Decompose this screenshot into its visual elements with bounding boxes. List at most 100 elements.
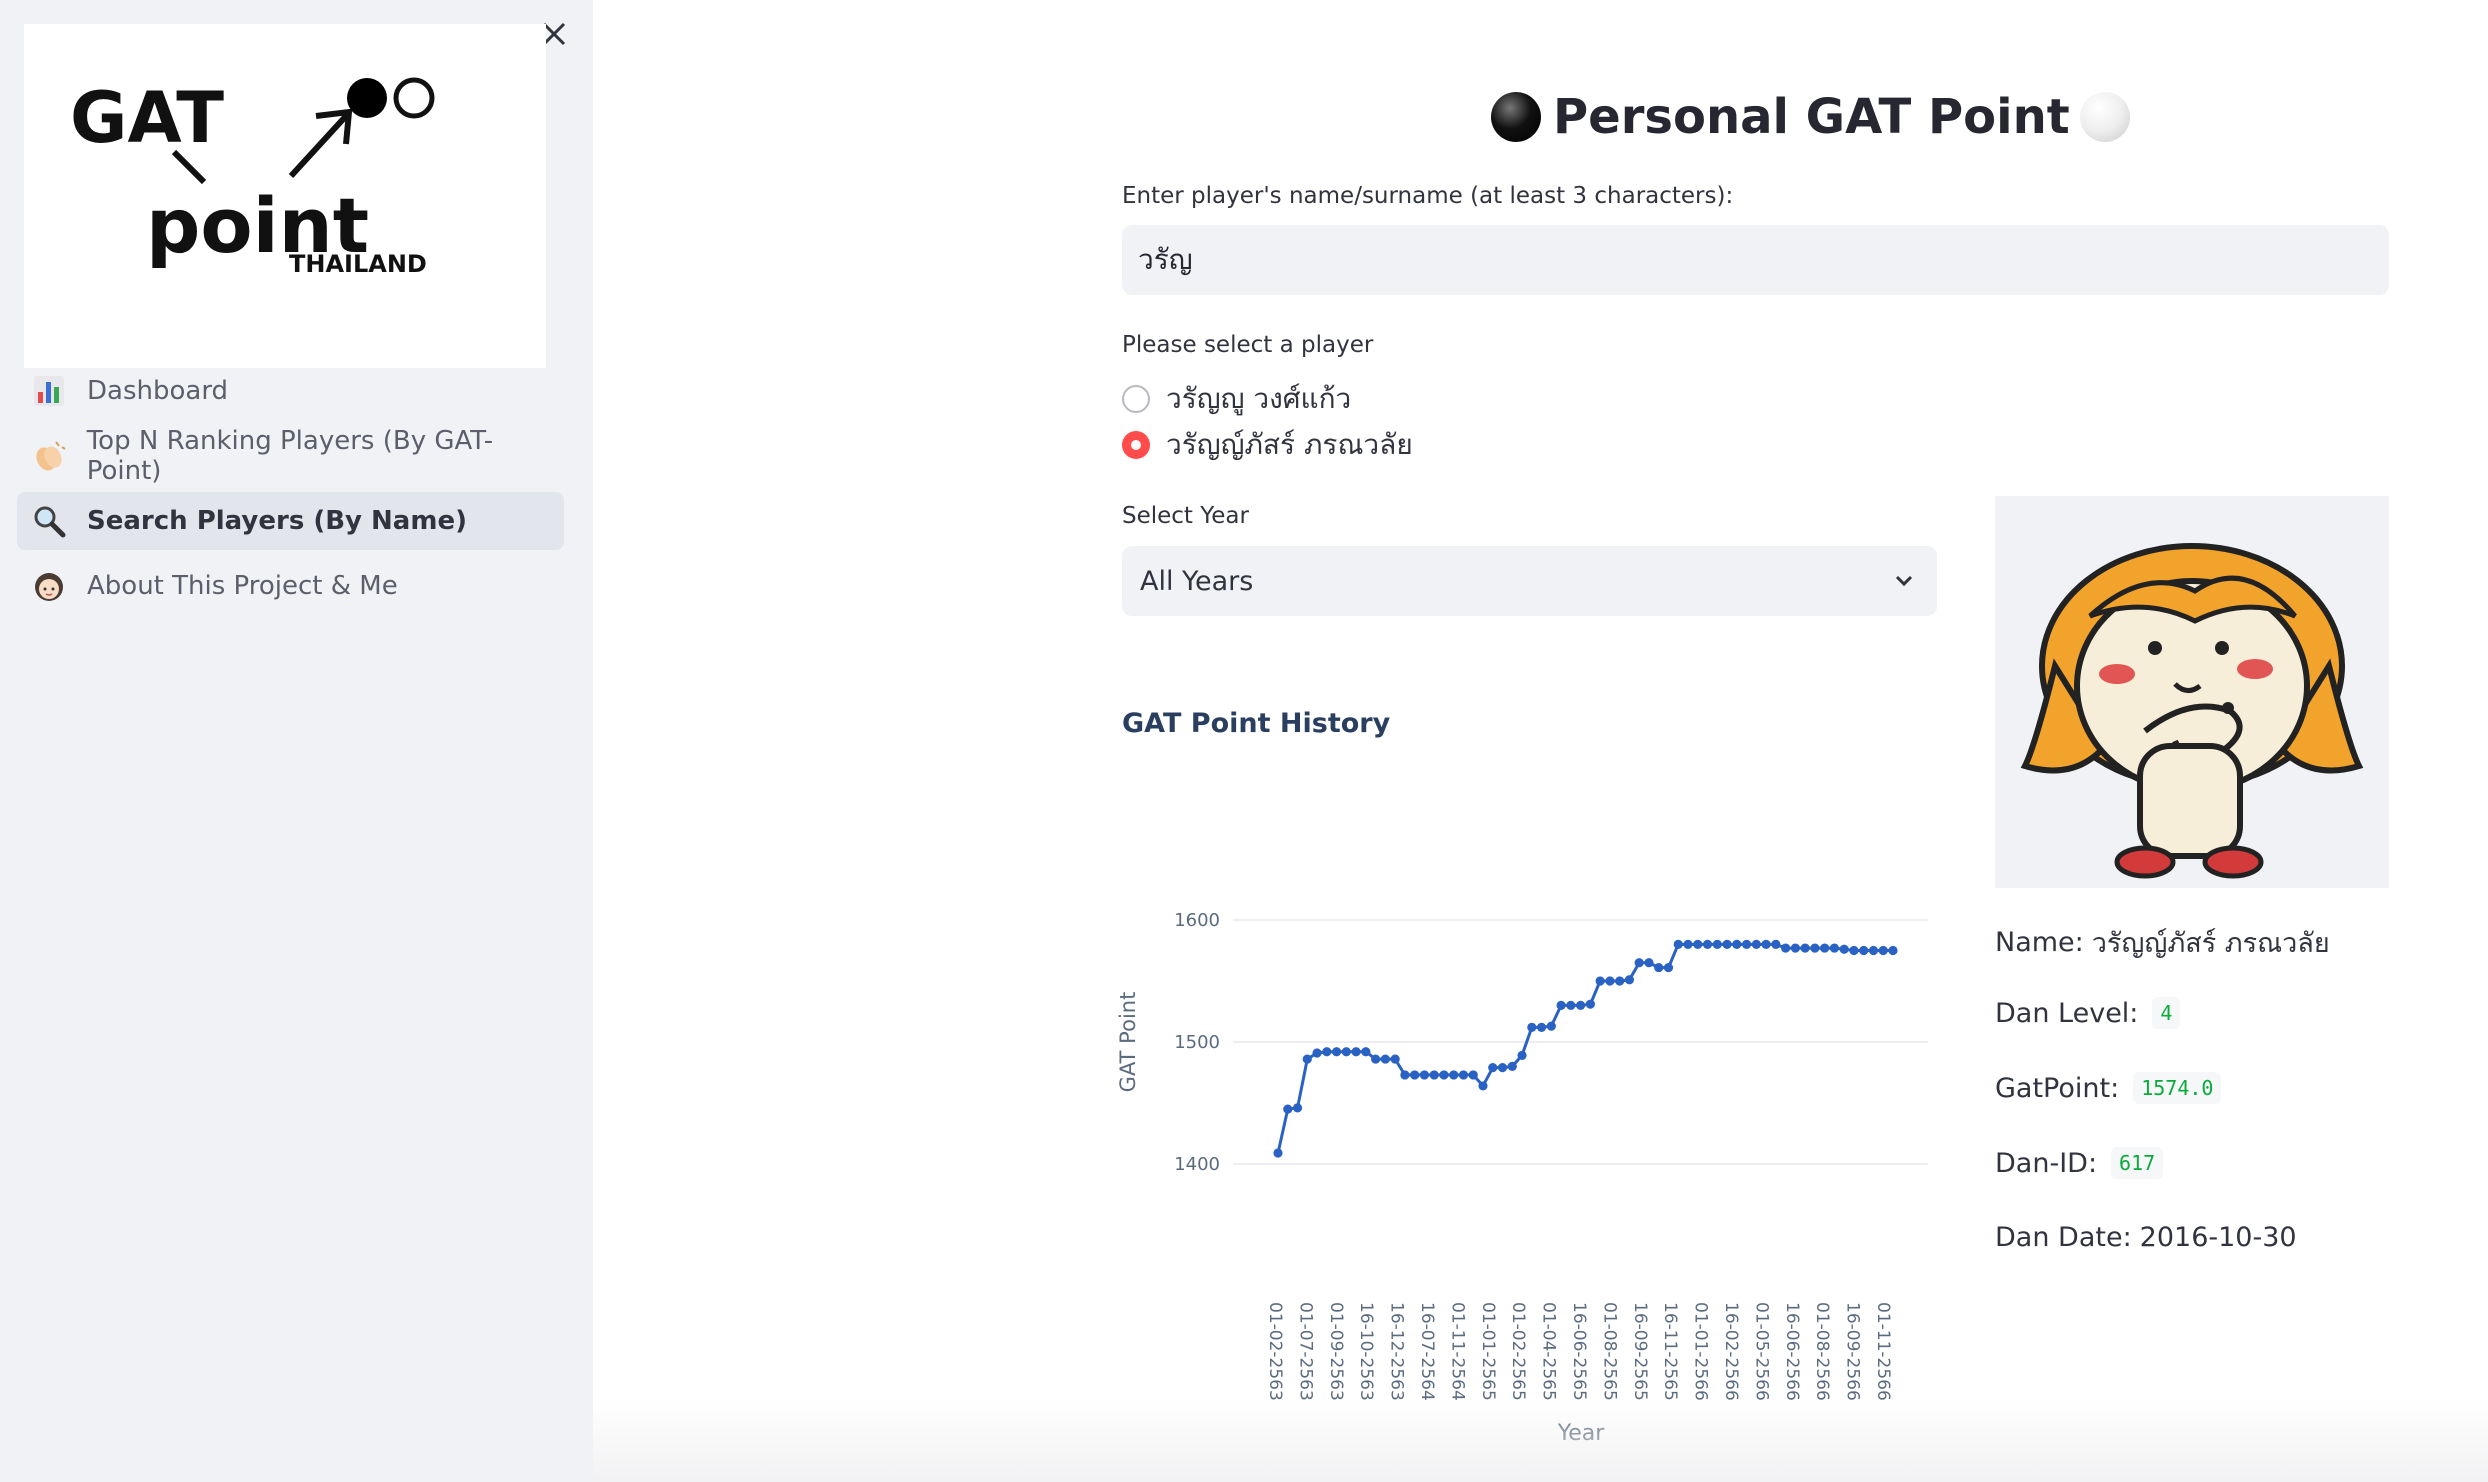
data-point — [1888, 945, 1898, 956]
data-point — [1390, 1054, 1400, 1064]
data-point — [1800, 943, 1810, 953]
data-point — [1371, 1054, 1381, 1064]
data-point — [1790, 943, 1800, 953]
data-point — [1820, 943, 1830, 953]
data-point — [1458, 1070, 1469, 1080]
data-point — [1351, 1047, 1361, 1057]
info-dan-id: Dan-ID: 617 — [1995, 1147, 2164, 1179]
info-dan-level: Dan Level: 4 — [1995, 997, 2181, 1029]
data-point — [1517, 1050, 1527, 1061]
data-point — [1380, 1054, 1390, 1064]
data-point — [1410, 1070, 1420, 1080]
data-point — [1829, 943, 1840, 953]
data-point — [1429, 1070, 1439, 1080]
data-point — [1312, 1048, 1322, 1058]
sidebar-item-label: Dashboard — [87, 376, 229, 406]
data-point — [1781, 943, 1791, 953]
info-dan-id-value: 617 — [2111, 1147, 2164, 1179]
sidebar-item-search-players[interactable]: Search Players (By Name) — [17, 492, 564, 550]
radio-checked[interactable] — [1122, 431, 1150, 459]
info-gatpoint-label: GatPoint: — [1995, 1072, 2120, 1104]
data-point — [1868, 945, 1879, 956]
info-gatpoint-value: 1574.0 — [2133, 1072, 2222, 1104]
data-point — [1771, 939, 1781, 949]
sidebar-item-label: About This Project & Me — [87, 571, 398, 601]
info-dan-level-label: Dan Level: — [1995, 997, 2139, 1029]
data-point — [1849, 945, 1859, 956]
data-point — [1556, 1000, 1566, 1010]
data-point — [1507, 1061, 1517, 1071]
search-label: Enter player's name/surname (at least 3 … — [1122, 183, 1734, 209]
info-dan-level-value: 4 — [2152, 997, 2181, 1029]
sidebar: GAT point THAILAND Dashboard Top N Ranki… — [0, 0, 593, 1482]
data-point — [1761, 939, 1771, 949]
x-tick-label: 16-10-2563 — [1356, 1302, 1376, 1401]
year-select-label: Select Year — [1122, 503, 1249, 529]
black-stone-icon — [1491, 92, 1541, 142]
radio-unchecked[interactable] — [1122, 385, 1150, 413]
y-axis-label: GAT Point — [1116, 992, 1140, 1093]
page-title: Personal GAT Point — [1491, 82, 2130, 152]
sidebar-item-label: Top N Ranking Players (By GAT-Point) — [86, 426, 494, 486]
player-name-input[interactable]: วรัญ — [1122, 225, 2389, 295]
data-point — [1585, 999, 1595, 1009]
info-dan-date-label: Dan Date: — [1995, 1222, 2132, 1253]
x-tick-label: 16-12-2563 — [1387, 1302, 1407, 1401]
data-point — [1644, 958, 1654, 968]
data-point — [1292, 1103, 1303, 1113]
data-point — [1449, 1070, 1459, 1080]
x-tick-label: 01-01-2565 — [1478, 1302, 1498, 1401]
info-gatpoint: GatPoint: 1574.0 — [1995, 1072, 2222, 1104]
chevron-down-icon — [1895, 575, 1913, 587]
gat-point-logo: GAT point THAILAND — [24, 24, 546, 368]
y-tick-label: 1600 — [1174, 910, 1220, 931]
data-point — [1654, 962, 1664, 973]
footer-fade — [593, 1400, 2488, 1482]
data-point — [1732, 939, 1742, 949]
data-point — [1273, 1148, 1283, 1158]
data-point — [1468, 1070, 1478, 1080]
player-option-1[interactable]: วรัญญ์ภัสร์ ภรณวลัย — [1122, 425, 1413, 465]
page-title-text: Personal GAT Point — [1553, 89, 2070, 145]
x-tick-label: 01-02-2563 — [1265, 1302, 1285, 1401]
year-select[interactable]: All Years — [1122, 546, 1937, 616]
data-point — [1634, 958, 1644, 968]
data-point — [1439, 1070, 1449, 1080]
x-tick-label: 16-09-2565 — [1630, 1302, 1650, 1401]
sidebar-item-about[interactable]: About This Project & Me — [17, 557, 564, 615]
data-point — [1605, 976, 1615, 986]
player-option-label: วรัญญู วงศ์แก้ว — [1166, 382, 1352, 415]
x-tick-label: 01-02-2565 — [1508, 1302, 1528, 1401]
sidebar-item-top-n-ranking[interactable]: Top N Ranking Players (By GAT-Point) — [17, 426, 564, 486]
data-point — [1478, 1081, 1488, 1091]
data-point — [1693, 939, 1703, 949]
x-tick-label: 16-02-2566 — [1721, 1302, 1741, 1401]
data-point — [1546, 1021, 1556, 1031]
magnifier-icon — [31, 503, 67, 539]
x-tick-label: 01-08-2566 — [1812, 1302, 1832, 1401]
clapping-hands-icon — [31, 438, 67, 474]
data-point — [1576, 1000, 1586, 1010]
sidebar-nav: Dashboard Top N Ranking Players (By GAT-… — [17, 362, 564, 622]
series-line — [1276, 942, 1893, 1154]
sidebar-item-dashboard[interactable]: Dashboard — [17, 362, 564, 420]
player-option-0[interactable]: วรัญญู วงศ์แก้ว — [1122, 379, 1351, 419]
data-point — [1527, 1022, 1537, 1032]
data-point — [1361, 1047, 1371, 1057]
info-dan-id-label: Dan-ID: — [1995, 1147, 2098, 1179]
gat-point-history-chart: GAT Point History 1400 1500 1600 GAT Point 0… — [1113, 690, 1953, 1450]
girl-face-icon — [31, 568, 67, 604]
x-tick-label: 16-09-2566 — [1843, 1302, 1863, 1401]
info-dan-date: Dan Date: 2016-10-30 — [1995, 1222, 2297, 1253]
data-point — [1341, 1047, 1351, 1057]
player-avatar — [1995, 496, 2389, 888]
data-point — [1722, 939, 1732, 949]
info-dan-date-value: 2016-10-30 — [2139, 1222, 2297, 1253]
chart-canvas: 1400 1500 1600 GAT Point 01-02-2563 01-07-256… — [1116, 910, 1928, 1446]
data-point — [1488, 1063, 1498, 1073]
data-point — [1331, 1047, 1342, 1057]
x-tick-label: 16-07-2564 — [1417, 1302, 1437, 1401]
data-point — [1702, 939, 1713, 949]
data-point — [1741, 939, 1752, 949]
data-point — [1624, 975, 1635, 985]
